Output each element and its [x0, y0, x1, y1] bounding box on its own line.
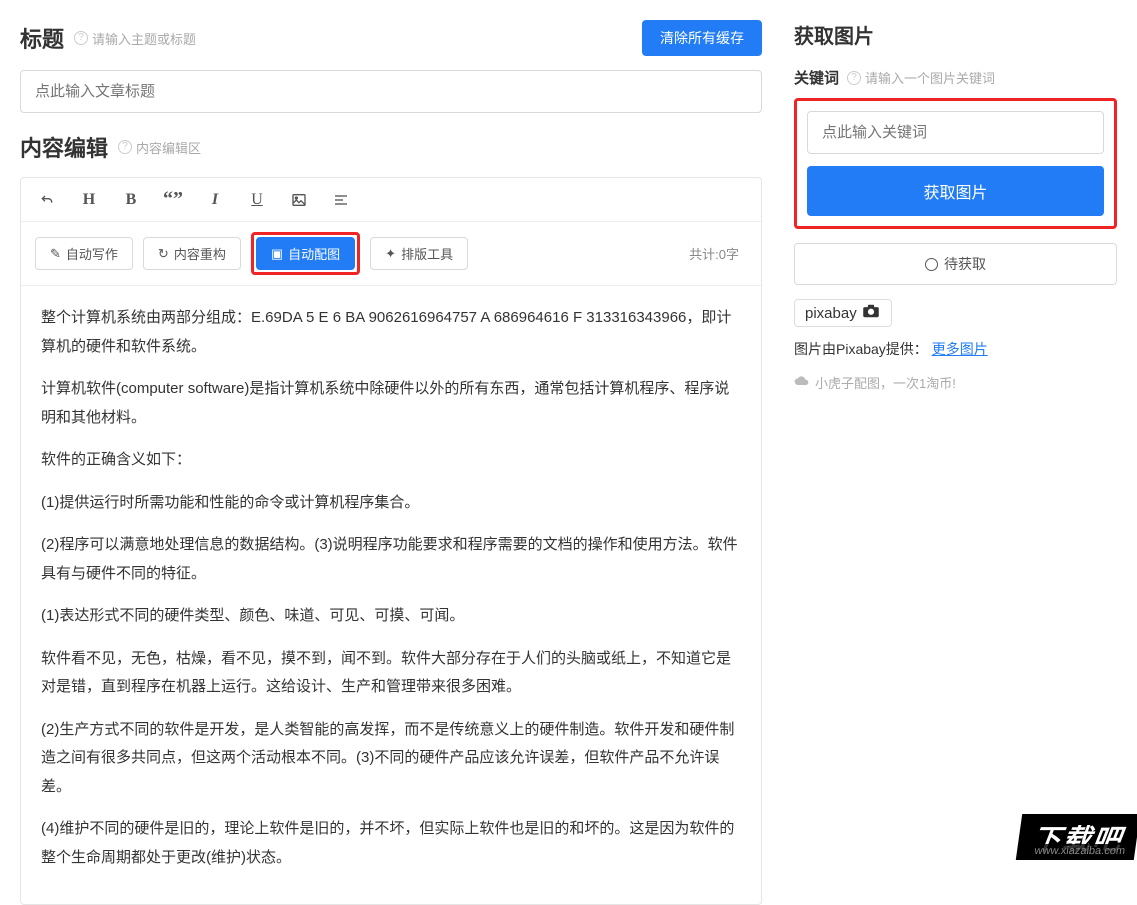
editor-content[interactable]: 整个计算机系统由两部分组成：E.69DA 5 E 6 BA 9062616964… [21, 286, 761, 904]
layers-icon: ▣ [271, 246, 283, 262]
auto-image-button[interactable]: ▣ 自动配图 [256, 237, 355, 270]
content-restruct-button[interactable]: ↻ 内容重构 [143, 237, 241, 270]
sidebar-panel: 获取图片 关键词 ? 请输入一个图片关键词 获取图片 待获取 pixabay 图… [782, 0, 1137, 860]
format-toolbar: H B “” I U [21, 178, 761, 222]
pencil-icon: ✎ [50, 246, 61, 262]
heading-icon[interactable]: H [79, 191, 99, 209]
content-paragraph: 整个计算机系统由两部分组成：E.69DA 5 E 6 BA 9062616964… [41, 304, 741, 361]
pending-button[interactable]: 待获取 [794, 243, 1117, 285]
article-title-input[interactable] [20, 70, 762, 113]
content-header: 内容编辑 ? 内容编辑区 [20, 131, 762, 163]
underline-icon[interactable]: U [247, 191, 267, 209]
title-heading: 标题 [20, 22, 64, 54]
watermark-url: www.xiazaiba.com [1028, 844, 1132, 858]
keyword-label: 关键词 [794, 67, 839, 88]
provided-by-row: 图片由Pixabay提供： 更多图片 [794, 339, 1117, 359]
watermark: 下载吧 www.xiazaiba.com [1016, 814, 1137, 860]
quote-icon[interactable]: “” [163, 188, 183, 211]
highlight-auto-image: ▣ 自动配图 [251, 232, 360, 275]
italic-icon[interactable]: I [205, 191, 225, 209]
camera-icon [861, 304, 881, 322]
editor-box: H B “” I U ✎ 自动写作 ↻ 内容重构 ▣ [20, 177, 762, 905]
auto-write-button[interactable]: ✎ 自动写作 [35, 237, 133, 270]
word-count: 共计:0字 [689, 244, 747, 263]
refresh-icon: ↻ [158, 246, 169, 262]
content-heading: 内容编辑 [20, 131, 108, 163]
content-paragraph: (4)维护不同的硬件是旧的，理论上软件是旧的，并不坏，但实际上软件也是旧的和坏的… [41, 815, 741, 872]
cloud-icon [794, 375, 810, 390]
image-icon[interactable] [289, 192, 309, 208]
main-panel: 标题 ? 请输入主题或标题 清除所有缓存 内容编辑 ? 内容编辑区 H B “”… [0, 0, 782, 860]
content-paragraph: 软件的正确含义如下： [41, 446, 741, 475]
align-left-icon[interactable] [331, 192, 351, 208]
content-paragraph: 计算机软件(computer software)是指计算机系统中除硬件以外的所有… [41, 375, 741, 432]
bold-icon[interactable]: B [121, 191, 141, 209]
content-hint: ? 内容编辑区 [118, 138, 201, 157]
layout-tool-button[interactable]: ✦ 排版工具 [370, 237, 468, 270]
content-paragraph: (2)程序可以满意地处理信息的数据结构。(3)说明程序功能要求和程序需要的文档的… [41, 531, 741, 588]
footer-note: 小虎子配图，一次1淘币! [794, 373, 1117, 392]
circle-icon [925, 258, 938, 271]
content-paragraph: (1)提供运行时所需功能和性能的命令或计算机程序集合。 [41, 489, 741, 518]
keyword-input[interactable] [807, 111, 1104, 154]
pixabay-badge: pixabay [794, 299, 892, 327]
undo-icon[interactable] [37, 192, 57, 208]
info-icon: ? [74, 31, 88, 45]
info-icon: ? [847, 71, 861, 85]
sidebar-heading: 获取图片 [794, 20, 1117, 49]
more-images-link[interactable]: 更多图片 [932, 341, 988, 357]
info-icon: ? [118, 140, 132, 154]
action-toolbar: ✎ 自动写作 ↻ 内容重构 ▣ 自动配图 ✦ 排版工具 共计:0字 [21, 222, 761, 286]
fetch-image-button[interactable]: 获取图片 [807, 166, 1104, 216]
wand-icon: ✦ [385, 246, 396, 262]
title-header: 标题 ? 请输入主题或标题 清除所有缓存 [20, 20, 762, 56]
title-hint: ? 请输入主题或标题 [74, 29, 196, 48]
keyword-label-row: 关键词 ? 请输入一个图片关键词 [794, 67, 1117, 88]
content-paragraph: (1)表达形式不同的硬件类型、颜色、味道、可见、可摸、可闻。 [41, 602, 741, 631]
highlight-keyword-box: 获取图片 [794, 98, 1117, 229]
content-paragraph: (2)生产方式不同的软件是开发，是人类智能的高发挥，而不是传统意义上的硬件制造。… [41, 716, 741, 802]
clear-cache-button[interactable]: 清除所有缓存 [642, 20, 762, 56]
content-paragraph: 软件看不见，无色，枯燥，看不见，摸不到，闻不到。软件大部分存在于人们的头脑或纸上… [41, 645, 741, 702]
keyword-hint: ? 请输入一个图片关键词 [847, 68, 995, 87]
